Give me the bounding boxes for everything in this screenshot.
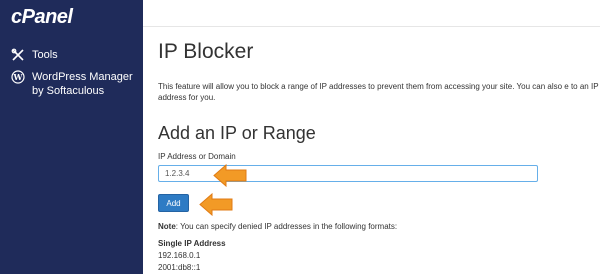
tools-icon [11, 48, 24, 61]
sidebar-item-tools[interactable]: Tools [11, 48, 58, 62]
format-note: Note: You can specify denied IP addresse… [158, 222, 397, 231]
main-content: IP Blocker This feature will allow you t… [143, 27, 600, 274]
page-title: IP Blocker [158, 40, 254, 63]
sidebar-item-label-line1: WordPress Manager [32, 71, 133, 83]
note-label: Note [158, 222, 176, 231]
page-description: This feature will allow you to block a r… [158, 82, 599, 102]
format-example: 2001:db8::1 [158, 263, 201, 272]
top-bar [143, 0, 600, 27]
add-button[interactable]: Add [158, 194, 189, 212]
wordpress-icon: W [11, 70, 25, 84]
sidebar-item-label: Tools [32, 49, 58, 61]
sidebar-item-label: WordPress Manager by Softaculous [32, 70, 133, 98]
pointer-arrow-icon [199, 193, 233, 216]
pointer-arrow-icon [213, 164, 247, 187]
svg-text:W: W [13, 72, 24, 82]
section-title: Add an IP or Range [158, 123, 316, 143]
sidebar-item-wordpress-manager[interactable]: W WordPress Manager by Softaculous [11, 70, 133, 98]
note-text: : You can specify denied IP addresses in… [175, 222, 398, 231]
sidebar-item-label-line2: by Softaculous [32, 85, 105, 97]
format-example: 192.168.0.1 [158, 251, 201, 260]
format-heading: Single IP Address [158, 239, 226, 248]
sidebar: cPanel Tools W WordPress Manager by Soft… [0, 0, 143, 274]
ip-field-label: IP Address or Domain [158, 152, 236, 161]
cpanel-logo[interactable]: cPanel [11, 6, 73, 29]
